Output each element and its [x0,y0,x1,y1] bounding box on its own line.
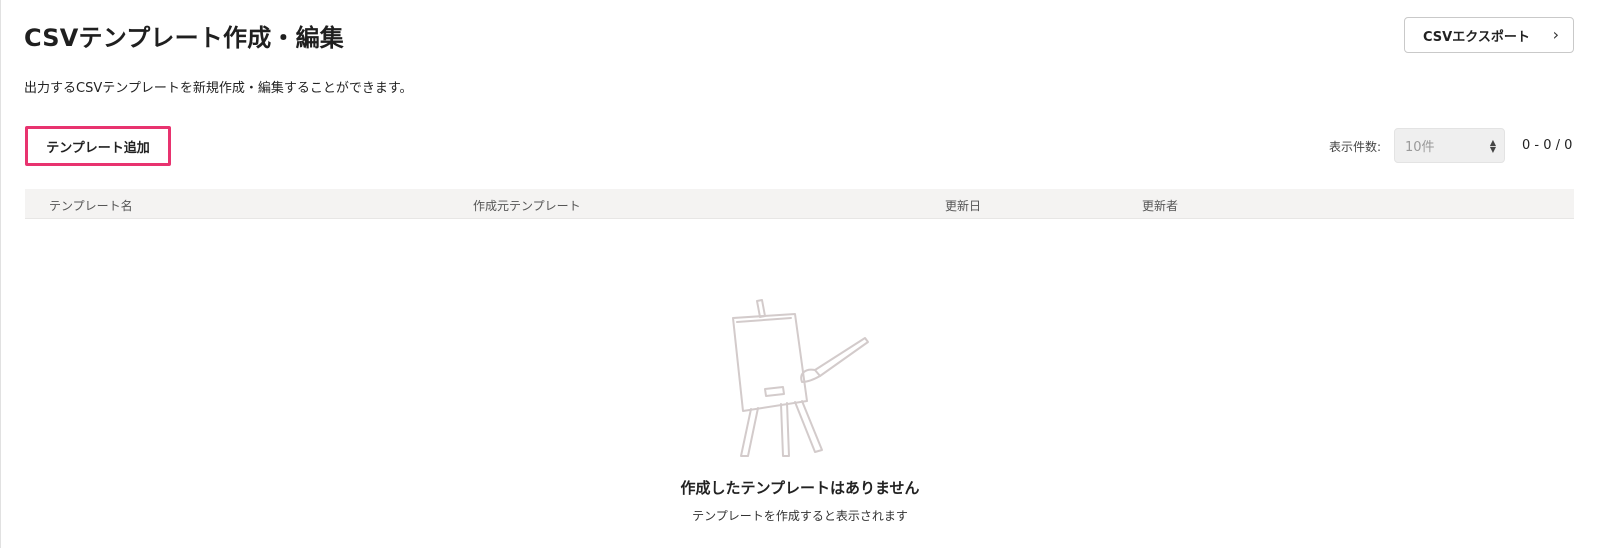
page-description: 出力するCSVテンプレートを新規作成・編集することができます。 [24,81,413,96]
chevron-right-icon: › [1552,25,1559,44]
column-updated-date: 更新日 [945,199,982,213]
csv-template-page: CSVテンプレート作成・編集 CSVエクスポート › 出力するCSVテンプレート… [0,0,1600,548]
per-page-value: 10件 [1405,140,1435,155]
select-arrows-icon: ▲ ▼ [1489,137,1496,154]
csv-export-button[interactable]: CSVエクスポート › [1404,17,1574,53]
per-page-label: 表示件数: [1329,140,1382,154]
page-title: CSVテンプレート作成・編集 [24,24,344,52]
add-template-button[interactable]: テンプレート追加 [25,126,171,166]
csv-export-label: CSVエクスポート [1423,29,1530,45]
per-page-select[interactable]: 10件 ▲ ▼ [1394,128,1505,163]
empty-state-title: 作成したテンプレートはありません [680,479,920,497]
column-updated-by: 更新者 [1142,199,1179,213]
column-template-name: テンプレート名 [49,199,133,213]
column-source-template: 作成元テンプレート [473,199,581,213]
table-header: テンプレート名 作成元テンプレート 更新日 更新者 [25,189,1574,219]
pagination-range: 0 - 0 / 0 [1522,138,1573,153]
easel-paintbrush-icon [732,299,869,457]
left-border [0,0,1,548]
empty-state-subtitle: テンプレートを作成すると表示されます [692,509,908,523]
